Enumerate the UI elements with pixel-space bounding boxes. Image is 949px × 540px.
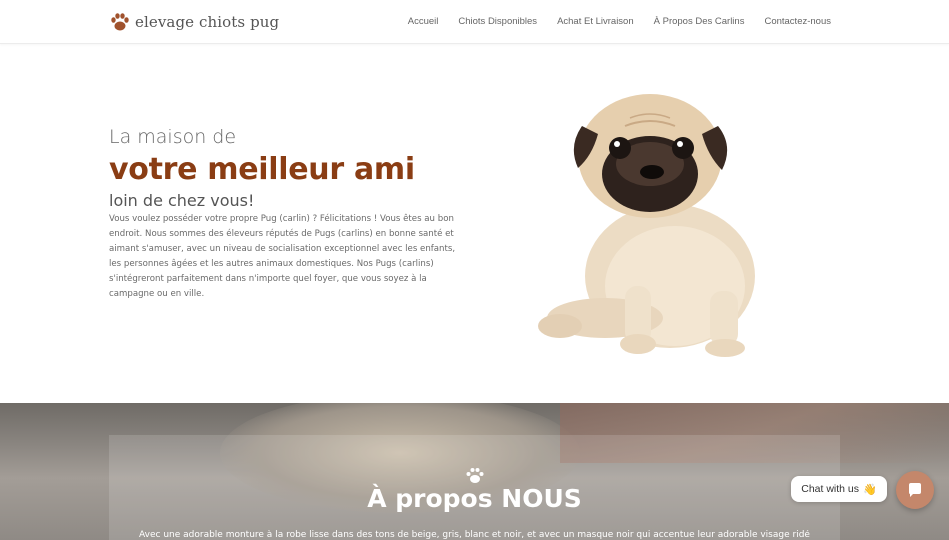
logo-text: elevage chiots pug (135, 13, 280, 31)
chat-icon (909, 483, 921, 497)
nav-item-contact[interactable]: Contactez-nous (764, 16, 831, 27)
nav-item-a-propos-carlins[interactable]: À Propos Des Carlins (654, 16, 745, 27)
hero-tagline: loin de chez vous! (109, 191, 255, 210)
about-description: Avec une adorable monture à la robe liss… (139, 530, 810, 540)
hero-subheading: La maison de (109, 126, 237, 148)
site-header: elevage chiots pug Accueil Chiots Dispon… (0, 0, 949, 44)
site-logo[interactable]: elevage chiots pug (109, 11, 279, 33)
main-nav: Accueil Chiots Disponibles Achat Et Livr… (408, 16, 831, 27)
chat-prompt-bubble[interactable]: Chat with us 👋 (791, 476, 887, 502)
chat-button[interactable] (896, 471, 934, 509)
nav-item-accueil[interactable]: Accueil (408, 16, 439, 27)
pug-puppy-image (538, 94, 755, 357)
hero-description: Vous voulez posséder votre propre Pug (c… (109, 214, 456, 299)
hero-title: votre meilleur ami (109, 152, 415, 187)
nav-item-chiots-disponibles[interactable]: Chiots Disponibles (458, 16, 537, 27)
nav-item-achat-livraison[interactable]: Achat Et Livraison (557, 16, 634, 27)
hero-section: La maison de votre meilleur ami loin de … (109, 126, 469, 302)
wave-emoji: 👋 (863, 482, 877, 496)
paw-logo-icon (111, 13, 129, 31)
chat-label: Chat with us (801, 483, 860, 495)
paw-icon (466, 468, 484, 483)
